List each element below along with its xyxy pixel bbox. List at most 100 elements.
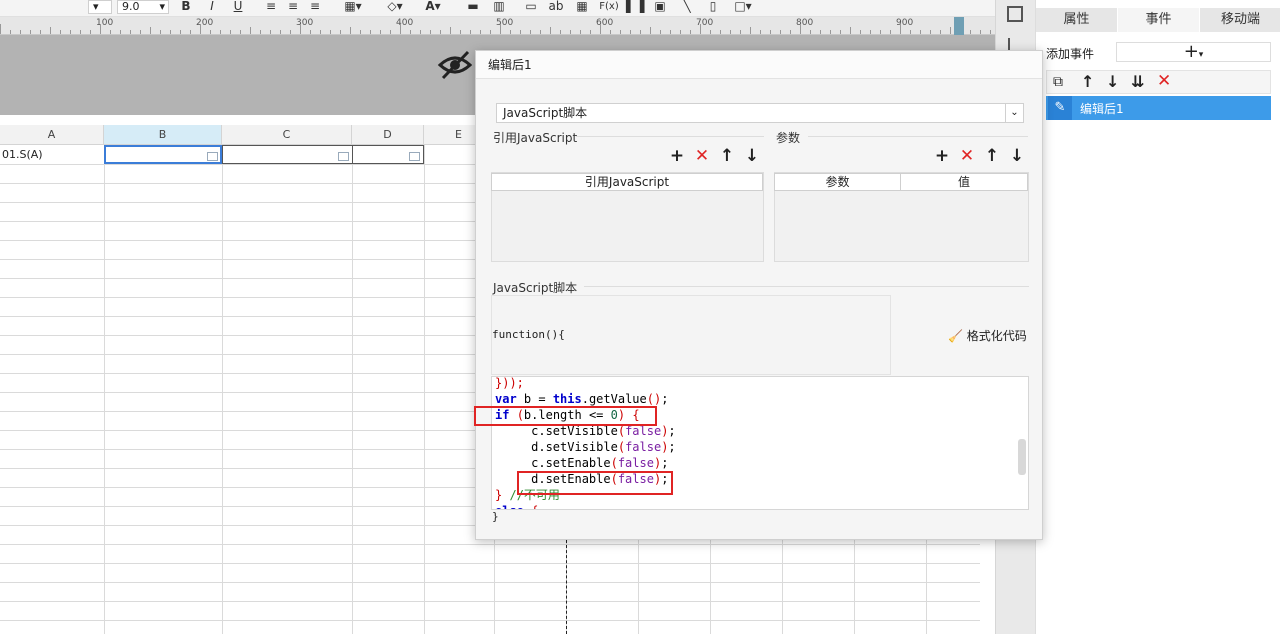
code-line: }));: [495, 377, 524, 391]
doc-icon[interactable]: ▯: [705, 0, 721, 14]
divider: [808, 136, 1028, 137]
grid-icon[interactable]: ▦: [574, 0, 590, 14]
align-center-icon[interactable]: ≡: [286, 0, 300, 14]
add-icon[interactable]: +: [668, 147, 686, 165]
column-header-a[interactable]: A: [0, 125, 104, 145]
ruler-tick: [60, 30, 61, 34]
add-event-label: 添加事件: [1046, 47, 1095, 61]
ruler-mark: 400: [396, 18, 414, 28]
align-right-icon[interactable]: ≡: [308, 0, 322, 14]
ruler-mark: 700: [696, 18, 714, 28]
cell-cd-bordered[interactable]: [222, 145, 424, 164]
ruler-tick: [430, 30, 431, 34]
ref-js-table: 引用JavaScript: [491, 172, 764, 262]
move-up-icon[interactable]: ↑: [718, 147, 736, 165]
ruler-tick: [220, 30, 221, 34]
script-type-select[interactable]: JavaScript脚本 ⌄: [496, 103, 1024, 123]
ruler-tick: [900, 24, 901, 34]
ruler-tick: [930, 30, 931, 34]
ruler-tick: [450, 27, 451, 34]
move-down-icon[interactable]: ↓: [743, 147, 761, 165]
ruler-tick: [420, 30, 421, 34]
cell-b1-selected[interactable]: [104, 145, 222, 164]
dropdown-icon[interactable]: [409, 152, 420, 161]
delete-icon[interactable]: ✕: [1157, 71, 1171, 91]
border-icon[interactable]: ▦▾: [340, 0, 366, 14]
highlight-box-setenable: [517, 471, 673, 495]
insert-row-icon[interactable]: ▬: [465, 0, 481, 14]
edit-icon: ✎: [1048, 96, 1072, 120]
add-param-icon[interactable]: +: [933, 147, 951, 165]
ruler-tick: [840, 30, 841, 34]
font-family-dropdown[interactable]: ▾: [88, 0, 112, 14]
cell-a1[interactable]: 01.S(A): [2, 148, 43, 161]
chevron-down-icon[interactable]: ⌄: [1005, 104, 1023, 122]
ruler-tick: [20, 30, 21, 34]
cell-icon[interactable]: ▭: [523, 0, 539, 14]
delete-icon[interactable]: ✕: [693, 147, 711, 165]
tab-events[interactable]: 事件: [1118, 8, 1199, 32]
ruler-tick: [490, 30, 491, 34]
event-toolbar: ⧉ ↑ ↓ ⇊ ✕: [1046, 70, 1271, 94]
grid-row-line: [0, 601, 980, 602]
ruler-tick: [920, 30, 921, 34]
chart-icon[interactable]: ▌▐: [626, 0, 644, 14]
code-scrollbar[interactable]: [1018, 439, 1026, 475]
ruler-tick: [130, 30, 131, 34]
ruler-tick: [380, 30, 381, 34]
add-event-dropdown[interactable]: +▾: [1116, 42, 1271, 62]
ruler-tick: [580, 30, 581, 34]
widget-settings-icon[interactable]: [1007, 6, 1023, 22]
ruler-tick: [850, 27, 851, 34]
ruler-tick: [50, 27, 51, 34]
ruler-tick: [730, 30, 731, 34]
param-down-icon[interactable]: ↓: [1008, 147, 1026, 165]
ruler-tick: [150, 27, 151, 34]
copy-icon[interactable]: ⧉: [1053, 74, 1063, 90]
param-up-icon[interactable]: ↑: [983, 147, 1001, 165]
move-bottom-icon[interactable]: ⇊: [1131, 72, 1144, 91]
column-header-b[interactable]: B: [104, 125, 222, 145]
ref-js-header: 引用JavaScript: [491, 173, 763, 191]
tab-mobile[interactable]: 移动端: [1200, 8, 1280, 32]
slash-icon[interactable]: ╲: [680, 0, 694, 14]
move-down-icon[interactable]: ↓: [1106, 72, 1119, 91]
image-icon[interactable]: ▣: [652, 0, 668, 14]
text-cell-icon[interactable]: ab: [546, 0, 566, 14]
font-color-icon[interactable]: A▾: [419, 0, 447, 14]
ruler-tick: [950, 27, 951, 34]
ruler-tick: [40, 30, 41, 34]
function-header: function(){: [492, 328, 565, 341]
align-left-icon[interactable]: ≡: [264, 0, 278, 14]
fill-color-icon[interactable]: ◇▾: [382, 0, 408, 14]
bold-button[interactable]: B: [179, 0, 193, 14]
value-header: 值: [900, 173, 1028, 191]
event-item-label: 编辑后1: [1080, 102, 1124, 116]
insert-col-icon[interactable]: ▥: [491, 0, 507, 14]
ruler-tick: [200, 24, 201, 34]
event-list-item[interactable]: ✎ 编辑后1: [1046, 96, 1271, 120]
dropdown-icon[interactable]: [207, 152, 218, 161]
function-header-box: function(){: [491, 295, 891, 375]
column-header-c[interactable]: C: [222, 125, 352, 145]
format-code-button[interactable]: 🧹 格式化代码: [948, 327, 1027, 344]
font-size-select[interactable]: 9.0 ▾: [117, 0, 169, 14]
formula-icon[interactable]: F(x): [598, 0, 620, 14]
move-up-icon[interactable]: ↑: [1081, 72, 1094, 91]
highlight-box-if: [474, 406, 657, 426]
ruler-tick: [410, 30, 411, 34]
ruler-tick: [630, 30, 631, 34]
ruler-mark: 900: [896, 18, 914, 28]
dropdown-icon[interactable]: [338, 152, 349, 161]
ruler-scroll-marker[interactable]: [954, 17, 964, 35]
params-label: 参数: [776, 131, 801, 145]
ruler-tick: [500, 24, 501, 34]
underline-button[interactable]: U: [231, 0, 245, 14]
italic-button[interactable]: I: [205, 0, 219, 14]
ref-js-label: 引用JavaScript: [493, 131, 578, 145]
column-header-d[interactable]: D: [352, 125, 424, 145]
ruler-tick: [880, 30, 881, 34]
widget-icon[interactable]: □▾: [732, 0, 754, 14]
delete-param-icon[interactable]: ✕: [958, 147, 976, 165]
tab-properties[interactable]: 属性: [1036, 8, 1117, 32]
